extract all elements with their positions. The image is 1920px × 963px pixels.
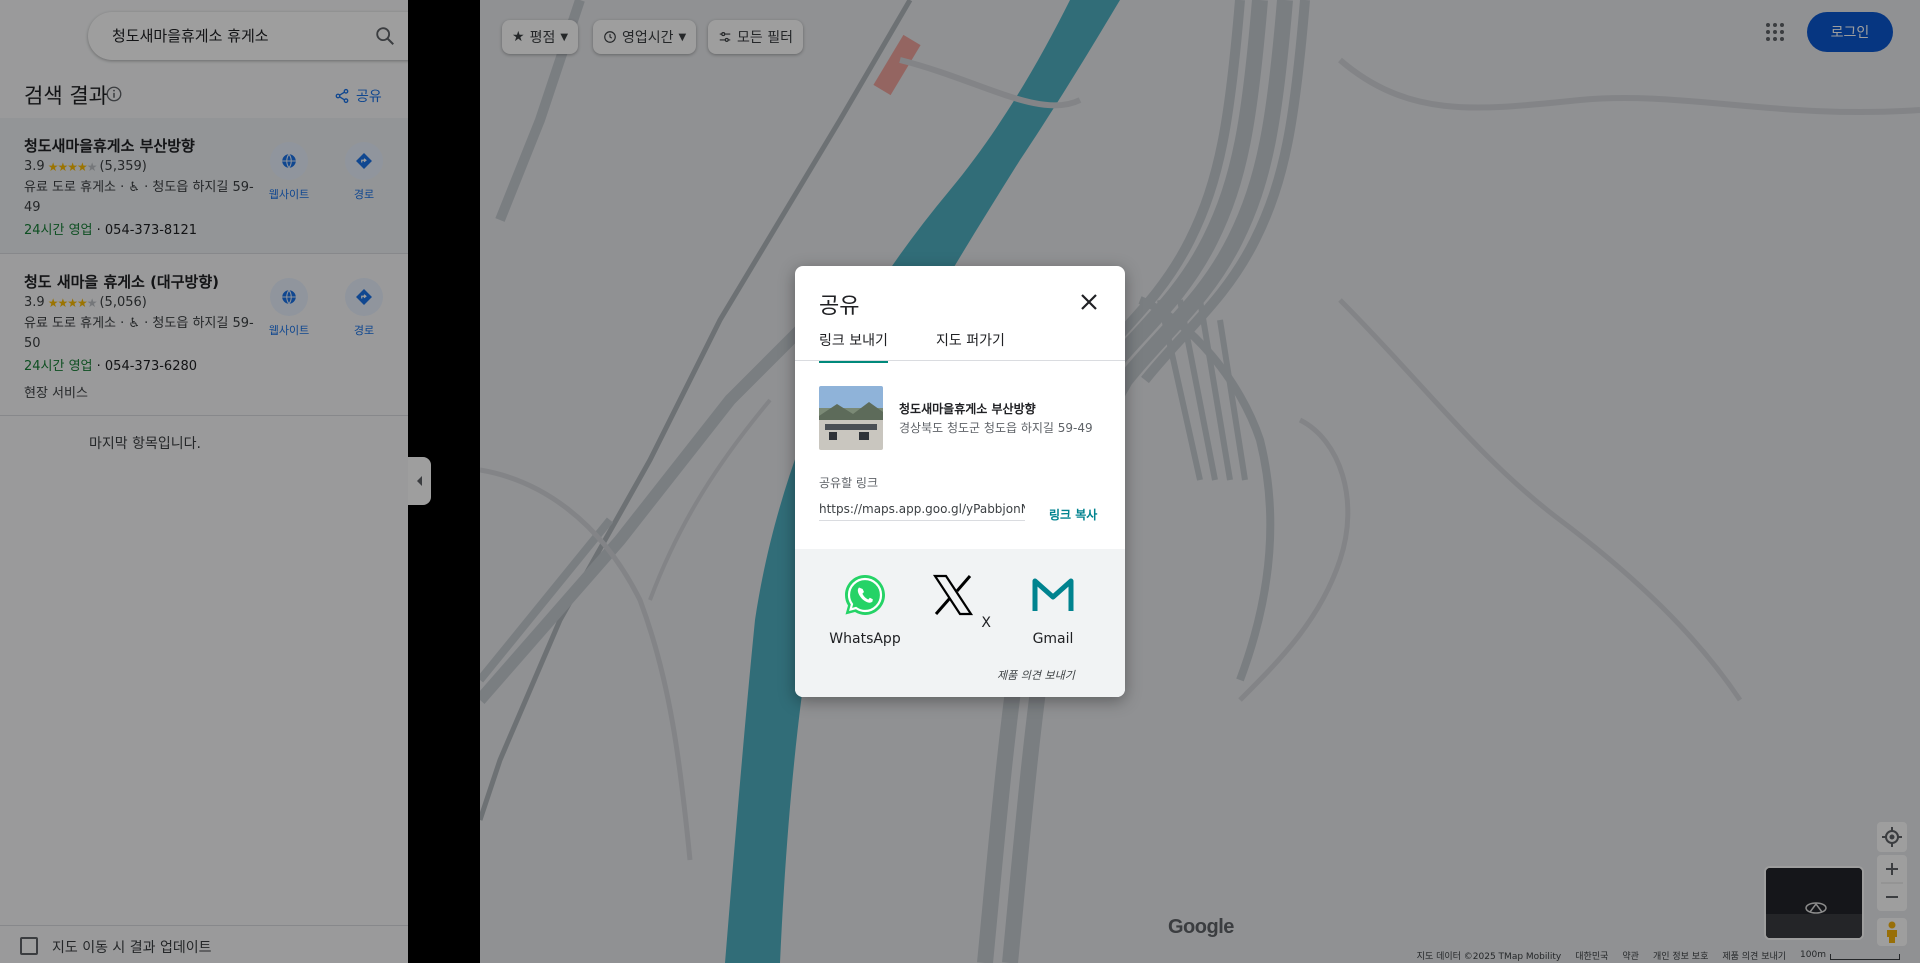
share-link-label: 공유할 링크 [819, 476, 879, 490]
close-icon[interactable] [1077, 290, 1101, 314]
share-gmail-button[interactable]: Gmail [1013, 571, 1093, 647]
place-address: 경상북도 청도군 청도읍 하지길 59-49 [899, 421, 1093, 435]
tab-divider [795, 360, 1125, 361]
place-photo-image [819, 386, 883, 450]
share-link-field[interactable] [819, 502, 1025, 521]
place-name: 청도새마을휴게소 부산방향 [899, 402, 1036, 416]
place-photo [819, 386, 883, 450]
whatsapp-label: WhatsApp [829, 631, 901, 647]
share-whatsapp-button[interactable]: WhatsApp [825, 571, 905, 647]
share-dialog: 공유 링크 보내기 지도 퍼가기 청도새마을휴게소 부산방향 경상북도 청도군 … [795, 266, 1125, 697]
share-targets: WhatsApp X Gmail 제품 의견 보내기 [795, 549, 1125, 697]
send-feedback-link[interactable]: 제품 의견 보내기 [997, 667, 1075, 683]
x-label: X [981, 615, 992, 631]
copy-link-button[interactable]: 링크 복사 [1049, 506, 1097, 523]
x-logo-icon [932, 574, 974, 616]
share-x-button[interactable]: X [920, 571, 1000, 631]
gmail-icon [1032, 578, 1074, 611]
tab-send-link[interactable]: 링크 보내기 [819, 330, 888, 363]
whatsapp-icon [845, 575, 885, 615]
dialog-title: 공유 [819, 294, 860, 319]
tab-embed-map[interactable]: 지도 퍼가기 [936, 330, 1005, 360]
gmail-label: Gmail [1032, 631, 1074, 647]
